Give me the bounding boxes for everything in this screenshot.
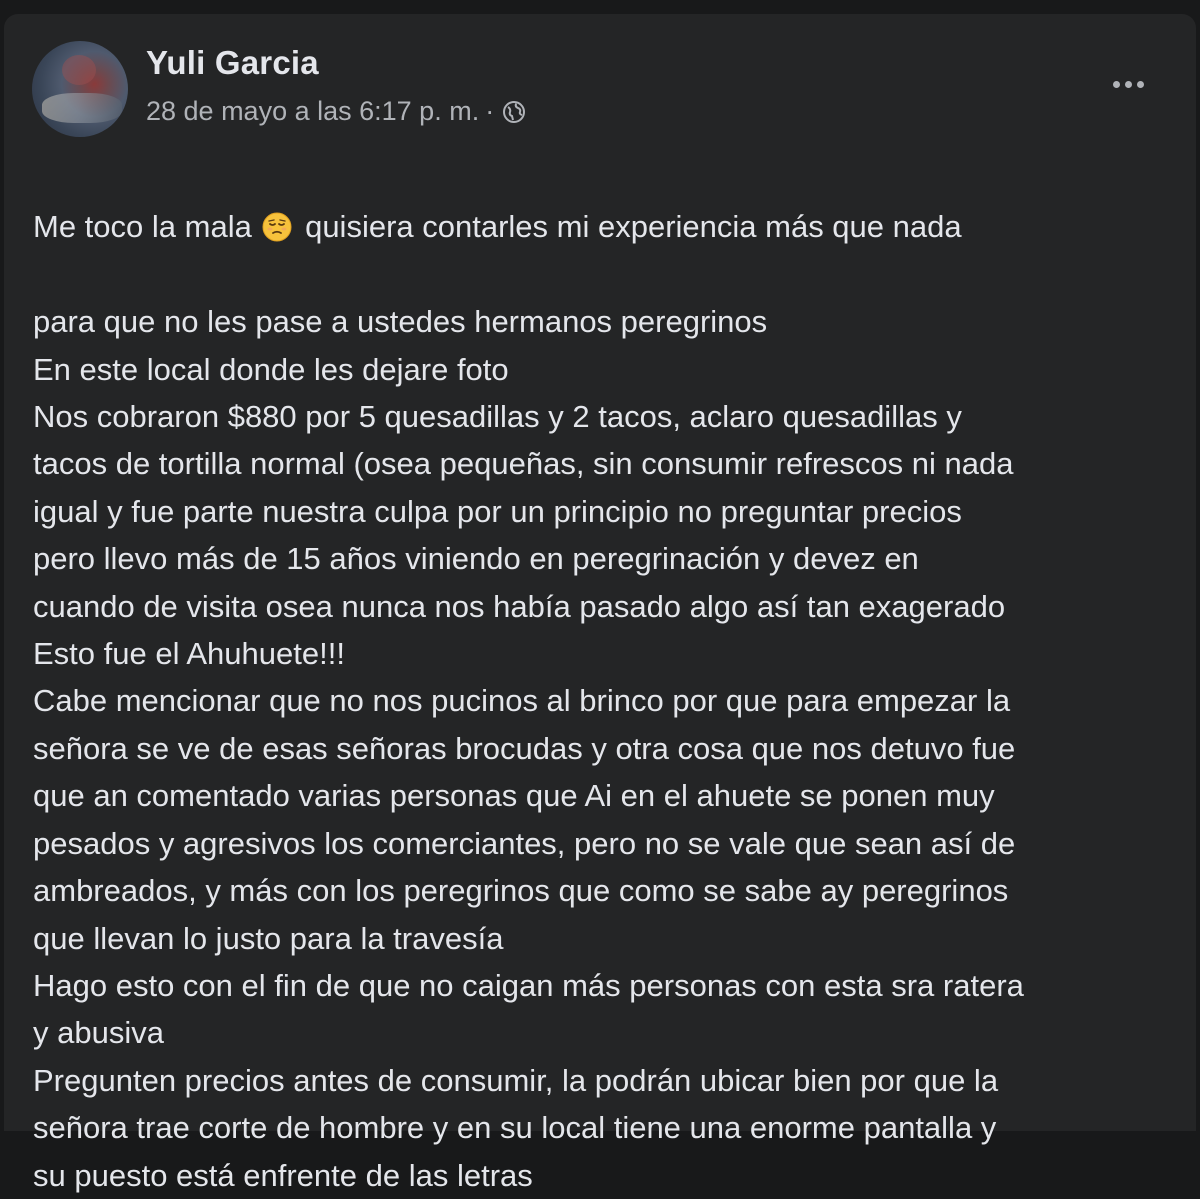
post-line: Hago esto con el fin de que no caigan má…: [33, 967, 1024, 1003]
post-line: Pregunten precios antes de consumir, la …: [33, 1062, 999, 1098]
post-line: igual y fue parte nuestra culpa por un p…: [33, 493, 962, 529]
more-options-button[interactable]: [1104, 72, 1152, 96]
avatar[interactable]: [32, 41, 128, 137]
post-timestamp[interactable]: 28 de mayo a las 6:17 p. m.: [146, 96, 479, 127]
more-options-icon: [1112, 80, 1120, 88]
post-line: pero llevo más de 15 años viniendo en pe…: [33, 541, 919, 577]
post-line: Cabe mencionar que no nos pucinos al bri…: [33, 683, 1011, 719]
post-text: Me toco la mala quisiera contarles mi ex…: [33, 156, 1183, 1199]
post-line: Me toco la mala quisiera contarles mi ex…: [33, 209, 962, 245]
post-line: Nos cobraron $880 por 5 quesadillas y 2 …: [33, 399, 962, 435]
post-line: ambreados, y más con los peregrinos que …: [33, 873, 1009, 909]
post-line: señora trae corte de hombre y en su loca…: [33, 1110, 997, 1146]
post-line: tacos de tortilla normal (osea pequeñas,…: [33, 446, 1014, 482]
post-line: y abusiva: [33, 1015, 164, 1051]
post-line: que an comentado varias personas que Ai …: [33, 778, 995, 814]
post-line: En este local donde les dejare foto: [33, 351, 509, 387]
author-name[interactable]: Yuli Garcia: [146, 44, 319, 82]
post-line: que llevan lo justo para la travesía: [33, 920, 504, 956]
post-line: señora se ve de esas señoras brocudas y …: [33, 730, 1016, 766]
post-line: Esto fue el Ahuhuete!!!: [33, 636, 345, 672]
post-line: cuando de visita osea nunca nos había pa…: [33, 588, 1006, 624]
meta-separator: ·: [485, 96, 495, 126]
post-line: su puesto está enfrente de las letras: [33, 1157, 533, 1193]
post-meta: 28 de mayo a las 6:17 p. m. ·: [146, 96, 526, 127]
post-card: Yuli Garcia 28 de mayo a las 6:17 p. m. …: [4, 14, 1196, 1193]
disappointed-face-emoji-icon: [262, 212, 292, 242]
post-line: para que no les pase a ustedes hermanos …: [33, 304, 768, 340]
post-line: pesados y agresivos los comerciantes, pe…: [33, 825, 1016, 861]
globe-icon[interactable]: [502, 100, 526, 124]
